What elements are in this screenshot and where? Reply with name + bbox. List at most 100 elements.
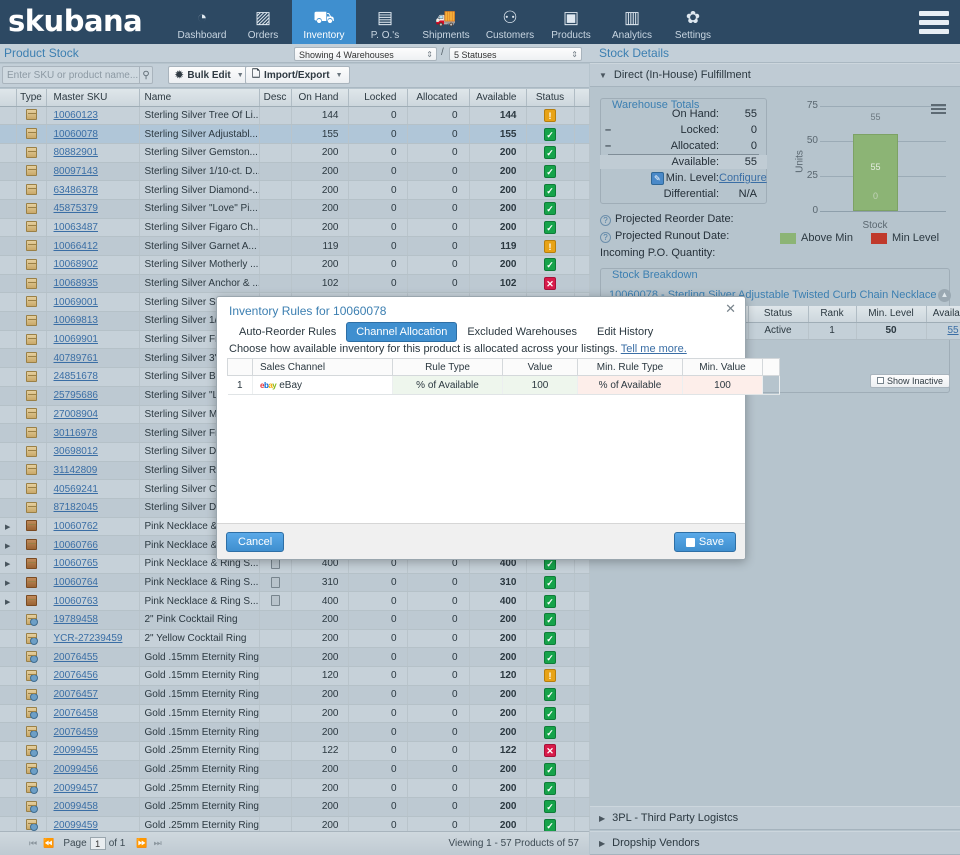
- table-row[interactable]: ▶10060763Pink Necklace & Ring S...400004…: [0, 592, 589, 611]
- row-sku-cell[interactable]: 80097143: [46, 162, 139, 181]
- nav-item-inventory[interactable]: ⛟Inventory: [292, 0, 356, 44]
- chevron-right-icon[interactable]: ▶: [5, 599, 10, 606]
- row-sku-cell[interactable]: 63486378: [46, 181, 139, 200]
- hamburger-menu-icon[interactable]: [908, 0, 960, 44]
- modal-column-header-index[interactable]: [228, 359, 253, 376]
- sku-link[interactable]: 20099457: [54, 783, 99, 794]
- sb-column-header-rank[interactable]: Rank: [808, 306, 856, 322]
- sku-link[interactable]: YCR-27239459: [54, 633, 123, 644]
- row-sku-cell[interactable]: 10060123: [46, 106, 139, 125]
- modal-row-min-value[interactable]: 100: [683, 376, 763, 395]
- tab-edit-history[interactable]: Edit History: [587, 322, 663, 342]
- sku-link[interactable]: 10060764: [54, 577, 99, 588]
- row-sku-cell[interactable]: 10068935: [46, 274, 139, 293]
- sku-link[interactable]: 24851678: [54, 371, 99, 382]
- nav-item-p-o-s[interactable]: ▤P. O.'s: [356, 0, 414, 44]
- row-sku-cell[interactable]: 31142809: [46, 461, 139, 480]
- pencil-icon[interactable]: ✎: [651, 172, 664, 185]
- tell-me-more-link[interactable]: Tell me more.: [621, 343, 687, 355]
- sku-link[interactable]: 20076457: [54, 689, 99, 700]
- nav-item-orders[interactable]: ▨Orders: [234, 0, 292, 44]
- table-row[interactable]: 45875379Sterling Silver "Love" Pi...2000…: [0, 199, 589, 218]
- sku-link[interactable]: 63486378: [54, 185, 99, 196]
- sku-link[interactable]: 10060766: [54, 540, 99, 551]
- row-sku-cell[interactable]: 10060078: [46, 125, 139, 144]
- row-sku-cell[interactable]: 20076457: [46, 685, 139, 704]
- table-row[interactable]: 20076457Gold .15mm Eternity Ring20000200…: [0, 685, 589, 704]
- sku-link[interactable]: 40789761: [54, 353, 99, 364]
- row-sku-cell[interactable]: 10060762: [46, 517, 139, 536]
- status-filter-select[interactable]: 5 Statuses ⇕: [449, 47, 582, 61]
- table-row[interactable]: 20076459Gold .15mm Eternity Ring20000200…: [0, 723, 589, 742]
- chevron-right-icon[interactable]: ▶: [5, 543, 10, 550]
- row-sku-cell[interactable]: 87182045: [46, 498, 139, 517]
- sku-link[interactable]: 10060762: [54, 521, 99, 532]
- magnifier-icon[interactable]: ⚲: [139, 67, 152, 83]
- modal-column-header-min-rule-type[interactable]: Min. Rule Type: [578, 359, 683, 376]
- configure-link[interactable]: Configure: [719, 172, 767, 184]
- row-sku-cell[interactable]: 27008904: [46, 405, 139, 424]
- sku-link[interactable]: 20099459: [54, 820, 99, 831]
- table-row[interactable]: 20099455Gold .25mm Eternity Ring12200122…: [0, 741, 589, 760]
- app-logo[interactable]: skubana: [0, 0, 170, 44]
- sku-link[interactable]: 20076458: [54, 708, 99, 719]
- first-page-icon[interactable]: ⏮: [26, 838, 40, 849]
- help-icon[interactable]: ?: [600, 232, 611, 243]
- help-icon[interactable]: ?: [600, 215, 611, 226]
- row-expand-toggle[interactable]: ▶: [0, 517, 16, 536]
- row-sku-cell[interactable]: 40789761: [46, 349, 139, 368]
- row-sku-cell[interactable]: 10069813: [46, 312, 139, 331]
- table-row[interactable]: 20076458Gold .15mm Eternity Ring20000200…: [0, 704, 589, 723]
- sb-available-link[interactable]: 55: [947, 325, 958, 336]
- table-row[interactable]: 10060078Sterling Silver Adjustabl...1550…: [0, 125, 589, 144]
- nav-item-dashboard[interactable]: ◔Dashboard: [170, 0, 234, 44]
- nav-item-products[interactable]: ▣Products: [542, 0, 600, 44]
- table-row[interactable]: 20099457Gold .25mm Eternity Ring20000200…: [0, 779, 589, 798]
- sku-link[interactable]: 20076455: [54, 652, 99, 663]
- table-row[interactable]: 10060123Sterling Silver Tree Of Li...144…: [0, 106, 589, 125]
- sku-link[interactable]: 10069901: [54, 334, 99, 345]
- import-export-button[interactable]: 🗋 Import/Export ▼: [245, 66, 350, 84]
- row-sku-cell[interactable]: 20099456: [46, 760, 139, 779]
- modal-column-header-rule-type[interactable]: Rule Type: [393, 359, 503, 376]
- table-row[interactable]: 80882901Sterling Silver Gemston...200002…: [0, 143, 589, 162]
- cancel-button[interactable]: Cancel: [226, 532, 284, 552]
- chart-menu-icon[interactable]: [931, 104, 946, 114]
- save-button[interactable]: Save: [674, 532, 736, 552]
- sku-link[interactable]: 20076456: [54, 670, 99, 681]
- row-sku-cell[interactable]: 40569241: [46, 480, 139, 499]
- table-row[interactable]: 197894582" Pink Cocktail Ring20000200✓: [0, 611, 589, 630]
- chevron-right-icon[interactable]: ▶: [5, 580, 10, 587]
- sku-link[interactable]: 27008904: [54, 409, 99, 420]
- table-row[interactable]: 10068935Sterling Silver Anchor & ...1020…: [0, 274, 589, 293]
- next-page-icon[interactable]: ⏩: [133, 838, 150, 849]
- prev-page-icon[interactable]: ⏪: [40, 838, 57, 849]
- row-sku-cell[interactable]: 10069901: [46, 330, 139, 349]
- search-box[interactable]: ⚲: [2, 66, 153, 84]
- modal-column-header-min-value[interactable]: Min. Value: [683, 359, 763, 376]
- sku-link[interactable]: 30698012: [54, 446, 99, 457]
- sku-link[interactable]: 10066412: [54, 241, 99, 252]
- sku-link[interactable]: 20099456: [54, 764, 99, 775]
- row-sku-cell[interactable]: 30698012: [46, 442, 139, 461]
- row-expand-toggle[interactable]: ▶: [0, 536, 16, 555]
- sb-column-header-min-level[interactable]: Min. Level: [856, 306, 926, 322]
- column-header-available[interactable]: Available: [469, 89, 526, 106]
- column-header-on-hand[interactable]: On Hand: [291, 89, 348, 106]
- modal-row-rule-type[interactable]: % of Available: [393, 376, 503, 395]
- column-header-type[interactable]: Type: [16, 89, 46, 106]
- row-sku-cell[interactable]: 20099455: [46, 741, 139, 760]
- sku-link[interactable]: 40569241: [54, 484, 99, 495]
- row-sku-cell[interactable]: 25795686: [46, 386, 139, 405]
- sku-link[interactable]: 45875379: [54, 203, 99, 214]
- sku-link[interactable]: 87182045: [54, 502, 99, 513]
- sku-link[interactable]: 10068935: [54, 278, 99, 289]
- sku-link[interactable]: 10060123: [54, 110, 99, 121]
- close-icon[interactable]: ✕: [725, 301, 736, 317]
- sku-link[interactable]: 10069813: [54, 315, 99, 326]
- row-expand-toggle[interactable]: ▶: [0, 592, 16, 611]
- section-3pl[interactable]: ▶ 3PL - Third Party Logistcs: [590, 806, 960, 830]
- sku-link[interactable]: 10063487: [54, 222, 99, 233]
- sku-link[interactable]: 20099458: [54, 801, 99, 812]
- last-page-icon[interactable]: ⏭: [151, 838, 165, 849]
